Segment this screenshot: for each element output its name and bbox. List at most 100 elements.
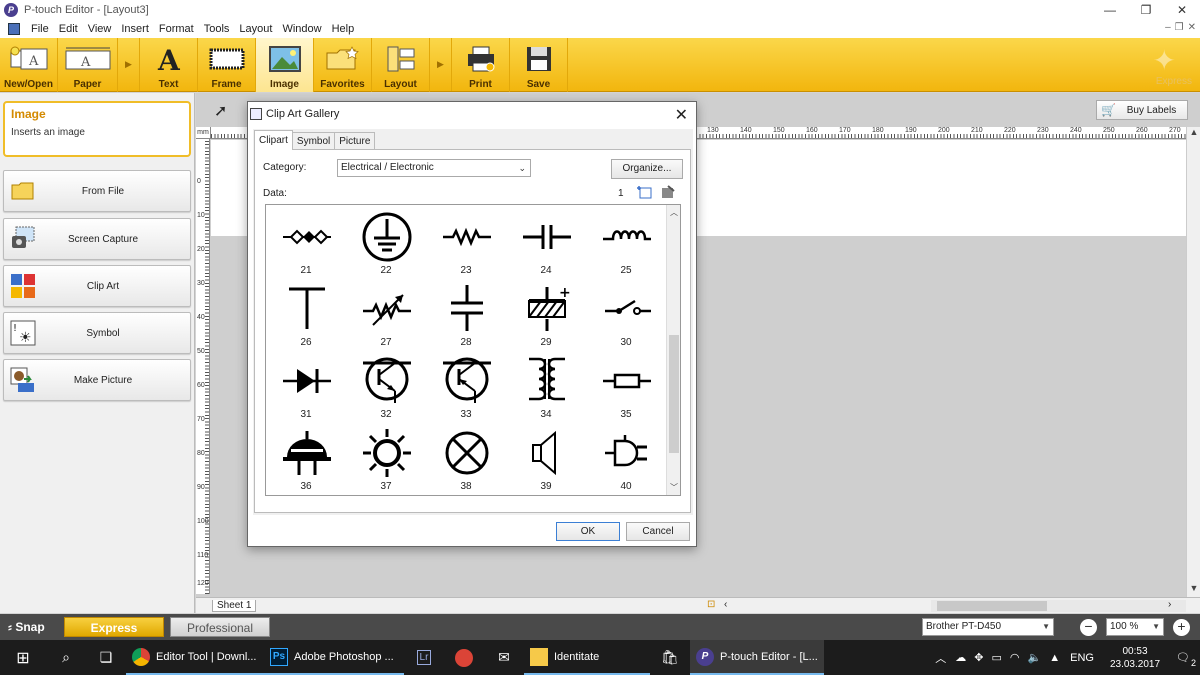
- menu-window[interactable]: Window: [277, 23, 326, 35]
- clock[interactable]: 00:53 23.03.2017: [1110, 645, 1160, 671]
- zoom-in-button[interactable]: +: [1173, 619, 1190, 636]
- zoom-out-button[interactable]: −: [1080, 619, 1097, 636]
- print-button[interactable]: Print: [452, 38, 510, 92]
- buy-labels-button[interactable]: 🛒 Buy Labels: [1096, 100, 1188, 120]
- clipart-item-27[interactable]: 27: [346, 279, 426, 351]
- from-file-button[interactable]: From File: [3, 170, 191, 212]
- gallery-scroll-thumb[interactable]: [669, 335, 679, 453]
- document-icon[interactable]: [8, 23, 20, 35]
- scroll-left-arrow-icon[interactable]: ‹: [724, 599, 727, 610]
- professional-mode-button[interactable]: Professional: [170, 617, 270, 637]
- google-drive-icon[interactable]: ▲: [1049, 652, 1060, 664]
- doc-minimize-button[interactable]: –: [1165, 22, 1171, 33]
- wifi-icon[interactable]: ◠: [1010, 651, 1020, 664]
- clipart-item-26[interactable]: 26: [266, 279, 346, 351]
- sheet-nav-icon[interactable]: ⊡: [707, 599, 715, 610]
- clipart-item-32[interactable]: 32: [346, 351, 426, 423]
- clipart-item-40[interactable]: 40: [586, 423, 666, 495]
- make-picture-button[interactable]: Make Picture: [3, 359, 191, 401]
- clipart-item-21[interactable]: 21: [266, 207, 346, 279]
- text-button[interactable]: A Text: [140, 38, 198, 92]
- tab-symbol[interactable]: Symbol: [291, 132, 336, 150]
- screen-capture-button[interactable]: Screen Capture: [3, 218, 191, 260]
- doc-close-button[interactable]: ✕: [1188, 22, 1196, 33]
- clipart-item-22[interactable]: 22: [346, 207, 426, 279]
- delete-data-icon[interactable]: [661, 185, 675, 202]
- volume-icon[interactable]: 🔈: [1028, 651, 1042, 664]
- gallery-scrollbar[interactable]: ︿ ﹀: [666, 205, 680, 495]
- minimize-button[interactable]: —: [1092, 0, 1128, 20]
- language-indicator[interactable]: ENG: [1070, 652, 1094, 664]
- clipart-item-35[interactable]: 35: [586, 351, 666, 423]
- clipart-item-23[interactable]: 23: [426, 207, 506, 279]
- zoom-select[interactable]: 100 % ▼: [1106, 618, 1164, 636]
- clipart-item-28[interactable]: 28: [426, 279, 506, 351]
- layout-button[interactable]: Layout: [372, 38, 430, 92]
- cloud-icon[interactable]: ☁: [955, 651, 966, 664]
- clipart-item-31[interactable]: 31: [266, 351, 346, 423]
- store-icon[interactable]: 🛍: [650, 640, 690, 675]
- frame-button[interactable]: Frame: [198, 38, 256, 92]
- save-button[interactable]: Save: [510, 38, 568, 92]
- taskbar-app-explorer[interactable]: Identitate: [524, 640, 650, 675]
- close-button[interactable]: ✕: [1164, 0, 1200, 20]
- clipart-grid[interactable]: 21 22 23 24 25 26 27 28 + 29 30 31 32 33…: [265, 204, 681, 496]
- dropbox-icon[interactable]: ✥: [974, 651, 983, 664]
- scroll-down-arrow-icon[interactable]: ▼: [1187, 583, 1200, 597]
- clipart-item-25[interactable]: 25: [586, 207, 666, 279]
- clipart-item-39[interactable]: 39: [506, 423, 586, 495]
- clipart-item-30[interactable]: 30: [586, 279, 666, 351]
- taskbar-app-ptouch[interactable]: P P-touch Editor - [L...: [690, 640, 824, 675]
- battery-icon[interactable]: ▭: [992, 651, 1002, 664]
- menu-layout[interactable]: Layout: [234, 23, 277, 35]
- clipart-item-24[interactable]: 24: [506, 207, 586, 279]
- tab-picture[interactable]: Picture: [334, 132, 376, 150]
- chrome-profile-icon[interactable]: [444, 640, 484, 675]
- cancel-button[interactable]: Cancel: [626, 522, 690, 541]
- restore-button[interactable]: ❐: [1128, 0, 1164, 20]
- chevron-down-icon[interactable]: ﹀: [667, 482, 680, 493]
- menu-help[interactable]: Help: [327, 23, 360, 35]
- horizontal-scrollbar[interactable]: [931, 600, 1186, 612]
- add-data-icon[interactable]: [637, 185, 653, 202]
- menu-format[interactable]: Format: [154, 23, 199, 35]
- clipart-item-34[interactable]: 34: [506, 351, 586, 423]
- tray-expand-icon[interactable]: ︿: [935, 650, 946, 666]
- express-mode-button[interactable]: Express: [64, 617, 164, 637]
- menu-view[interactable]: View: [83, 23, 117, 35]
- mail-icon[interactable]: ✉: [484, 640, 524, 675]
- clipart-item-29[interactable]: + 29: [506, 279, 586, 351]
- menu-file[interactable]: File: [26, 23, 54, 35]
- category-select[interactable]: Electrical / Electronic ⌄: [337, 159, 531, 177]
- lightroom-icon[interactable]: Lr: [404, 640, 444, 675]
- menu-insert[interactable]: Insert: [116, 23, 154, 35]
- chevron-up-icon[interactable]: ︿: [667, 207, 680, 218]
- scrollbar-thumb[interactable]: [937, 601, 1047, 611]
- ribbon-expand-arrow-2[interactable]: ▶: [430, 38, 452, 91]
- ribbon-expand-arrow[interactable]: ▶: [118, 38, 140, 91]
- windows-start-icon[interactable]: ⊞: [0, 640, 46, 675]
- scroll-up-arrow-icon[interactable]: ▲: [1187, 127, 1200, 141]
- task-view-icon[interactable]: ❏: [86, 640, 126, 675]
- notification-icon[interactable]: 🗨 2: [1176, 651, 1196, 668]
- sheet-tab[interactable]: Sheet 1: [212, 599, 257, 612]
- search-icon[interactable]: ⌕: [46, 640, 86, 675]
- image-button[interactable]: Image: [256, 38, 314, 92]
- menu-edit[interactable]: Edit: [54, 23, 83, 35]
- ok-button[interactable]: OK: [556, 522, 620, 541]
- clip-art-button[interactable]: Clip Art: [3, 265, 191, 307]
- clipart-item-38[interactable]: 38: [426, 423, 506, 495]
- doc-restore-button[interactable]: ❐: [1175, 22, 1184, 33]
- favorites-button[interactable]: Favorites: [314, 38, 372, 92]
- clipart-item-33[interactable]: 33: [426, 351, 506, 423]
- new-open-button[interactable]: A New/Open: [0, 38, 58, 92]
- symbol-button[interactable]: ! ☀ Symbol: [3, 312, 191, 354]
- dialog-close-icon[interactable]: ✕: [675, 105, 688, 125]
- tab-clipart[interactable]: Clipart: [254, 130, 293, 150]
- snap-button[interactable]: ⸗ Snap: [8, 620, 64, 634]
- vertical-scrollbar[interactable]: ▲ ▼: [1186, 127, 1200, 597]
- clipart-item-36[interactable]: 36: [266, 423, 346, 495]
- clipart-item-37[interactable]: 37: [346, 423, 426, 495]
- printer-select[interactable]: Brother PT-D450 ▼: [922, 618, 1054, 636]
- paper-button[interactable]: A Paper: [58, 38, 118, 92]
